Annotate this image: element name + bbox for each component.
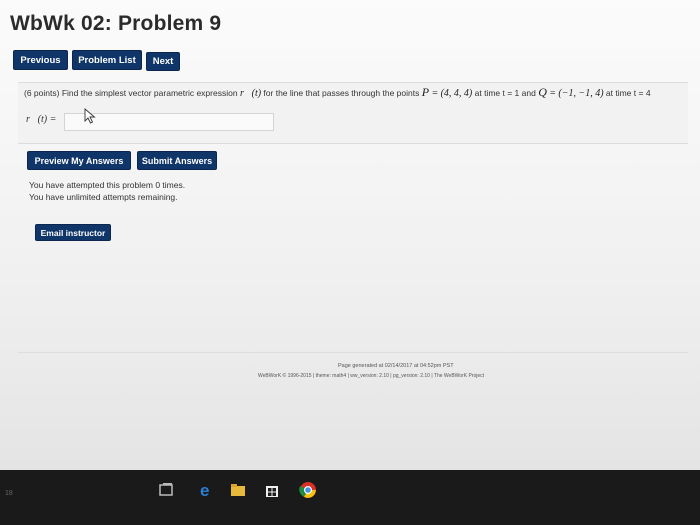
- footer-generated-time: Page generated at 02/14/2017 at 04:52pm …: [338, 363, 454, 369]
- p-equals: =: [431, 88, 439, 99]
- problem-text-part-2: for the line that passes through the poi…: [263, 88, 420, 98]
- chrome-icon[interactable]: [298, 480, 318, 500]
- page-title: WbWk 02: Problem 9: [10, 12, 222, 35]
- taskbar-left-text: 18: [5, 490, 13, 497]
- mouse-cursor-icon: [84, 108, 96, 124]
- at-time-2: at time t = 4: [605, 88, 651, 98]
- store-icon[interactable]: [262, 480, 282, 500]
- problem-text: (6 points) Find the simplest vector para…: [24, 85, 689, 101]
- problem-list-button[interactable]: Problem List: [72, 50, 142, 70]
- answer-label: r⃗(t) =: [26, 114, 57, 125]
- point-q-coords: (−1, −1, 4): [558, 88, 604, 99]
- q-equals: =: [549, 88, 556, 99]
- submit-answers-button[interactable]: Submit Answers: [137, 151, 217, 170]
- next-button[interactable]: Next: [146, 52, 180, 71]
- problem-statement: (6 points) Find the simplest vector para…: [18, 82, 688, 144]
- email-instructor-button[interactable]: Email instructor: [35, 224, 111, 241]
- svg-text:e: e: [200, 481, 209, 500]
- edge-icon[interactable]: e: [196, 480, 216, 500]
- task-view-icon[interactable]: [156, 480, 176, 500]
- footer-credits: WeBWorK © 1996-2015 | theme: math4 | ww_…: [258, 373, 485, 379]
- at-time-1: at time t = 1 and: [474, 88, 536, 98]
- r-of-t-expression: r⃗(t): [239, 88, 262, 99]
- taskbar: 18 e: [0, 470, 700, 525]
- remaining-status: You have unlimited attempts remaining.: [29, 192, 178, 202]
- point-q-label: Q: [538, 85, 547, 99]
- point-p-coords: (4, 4, 4): [440, 88, 473, 99]
- problem-points: (6 points): [24, 88, 60, 98]
- browser-viewport: WbWk 02: Problem 9 Previous Problem List…: [0, 0, 700, 470]
- preview-answers-button[interactable]: Preview My Answers: [27, 151, 131, 170]
- problem-text-part-1: Find the simplest vector parametric expr…: [61, 88, 238, 98]
- file-explorer-icon[interactable]: [228, 480, 248, 500]
- page-footer: Page generated at 02/14/2017 at 04:52pm …: [18, 352, 688, 433]
- previous-button[interactable]: Previous: [13, 50, 68, 70]
- attempts-status: You have attempted this problem 0 times.: [29, 180, 186, 190]
- point-p-label: P: [421, 85, 430, 99]
